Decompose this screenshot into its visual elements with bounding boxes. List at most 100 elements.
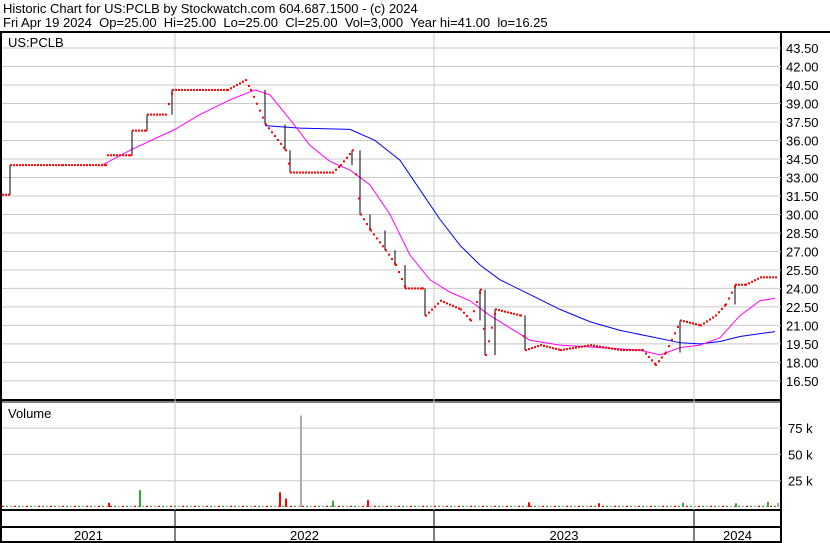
price-tick	[40, 164, 42, 167]
volume-bar	[46, 505, 48, 507]
volume-bar	[390, 505, 392, 507]
price-tick	[116, 154, 118, 157]
price-tick	[245, 79, 247, 82]
price-tick	[661, 356, 663, 359]
volume-bar	[598, 503, 600, 507]
volume-bar	[638, 505, 640, 507]
volume-bar	[150, 505, 152, 507]
volume-bar	[285, 498, 287, 507]
price-tick	[34, 164, 36, 167]
price-tick	[680, 319, 682, 322]
volume-bar	[378, 505, 380, 507]
price-tick	[65, 164, 67, 167]
volume-bar	[618, 505, 620, 507]
volume-bar	[330, 505, 332, 507]
price-tick	[501, 309, 503, 312]
volume-bar	[606, 505, 608, 507]
volume-bar	[626, 505, 628, 507]
volume-bar	[426, 505, 428, 507]
volume-bar	[198, 505, 200, 507]
price-tick-label: 33.00	[786, 170, 819, 185]
price-tick	[172, 88, 174, 91]
volume-bar	[438, 505, 440, 507]
plot-frame	[0, 31, 782, 543]
price-tick	[611, 347, 613, 350]
price-tick	[280, 142, 282, 145]
price-tick	[52, 164, 54, 167]
price-tick	[220, 88, 222, 91]
price-tick	[107, 154, 109, 157]
volume-bar	[542, 505, 544, 507]
price-tick	[271, 131, 273, 134]
volume-bar	[230, 505, 232, 507]
price-tick	[358, 197, 360, 200]
price-tick	[513, 312, 515, 315]
volume-bar	[290, 505, 292, 507]
price-tick	[113, 154, 115, 157]
volume-bar	[730, 505, 732, 507]
volume-bar	[282, 505, 284, 507]
price-tick	[346, 156, 348, 159]
volume-bar	[294, 505, 296, 507]
price-tick	[593, 344, 595, 347]
price-tick	[340, 164, 342, 167]
price-tick	[466, 315, 468, 318]
volume-bar	[34, 505, 36, 507]
price-tick	[614, 348, 616, 351]
volume-bar	[550, 505, 552, 507]
volume-bar	[166, 505, 168, 507]
volume-bar	[694, 505, 696, 507]
price-tick	[265, 123, 267, 126]
price-tick	[741, 283, 743, 286]
price-tick	[391, 258, 393, 261]
price-tick	[355, 173, 357, 176]
volume-bar	[14, 505, 16, 507]
volume-bar	[518, 505, 520, 507]
price-tick	[43, 164, 45, 167]
volume-bar	[470, 505, 472, 507]
price-tick	[262, 116, 264, 119]
price-tick	[443, 301, 445, 304]
price-tick	[98, 164, 100, 167]
volume-bar	[246, 505, 248, 507]
volume-bar	[418, 505, 420, 507]
price-tick	[388, 253, 390, 256]
price-tick	[28, 164, 30, 167]
volume-bar	[610, 505, 612, 507]
volume-bar	[258, 505, 260, 507]
price-tick-label: 19.50	[786, 337, 819, 352]
volume-bar	[178, 505, 180, 507]
volume-bar	[662, 505, 664, 507]
price-tick	[86, 164, 88, 167]
volume-bar	[50, 505, 52, 507]
price-tick	[299, 171, 301, 174]
price-tick	[516, 313, 518, 316]
price-tick-label: 27.00	[786, 244, 819, 259]
price-tick	[199, 88, 201, 91]
volume-bar	[234, 505, 236, 507]
price-tick	[13, 164, 15, 167]
volume-bar	[18, 505, 20, 507]
price-tick	[293, 171, 295, 174]
price-tick	[692, 322, 694, 325]
price-tick	[695, 323, 697, 326]
price-tick	[706, 320, 708, 323]
price-tick	[25, 164, 27, 167]
volume-bar	[70, 505, 72, 507]
volume-bar	[566, 505, 568, 507]
price-tick	[214, 88, 216, 91]
price-tick	[132, 129, 134, 132]
price-tick	[190, 88, 192, 91]
volume-bar	[406, 505, 408, 507]
price-tick	[404, 285, 406, 288]
volume-bar	[654, 505, 656, 507]
price-tick	[540, 344, 542, 347]
price-tick	[37, 164, 39, 167]
price-tick	[227, 88, 229, 91]
price-tick	[638, 349, 640, 352]
price-tick	[239, 82, 241, 85]
price-tick	[370, 229, 372, 232]
price-tick	[31, 164, 33, 167]
volume-bar	[102, 505, 104, 507]
price-tick	[236, 83, 238, 86]
